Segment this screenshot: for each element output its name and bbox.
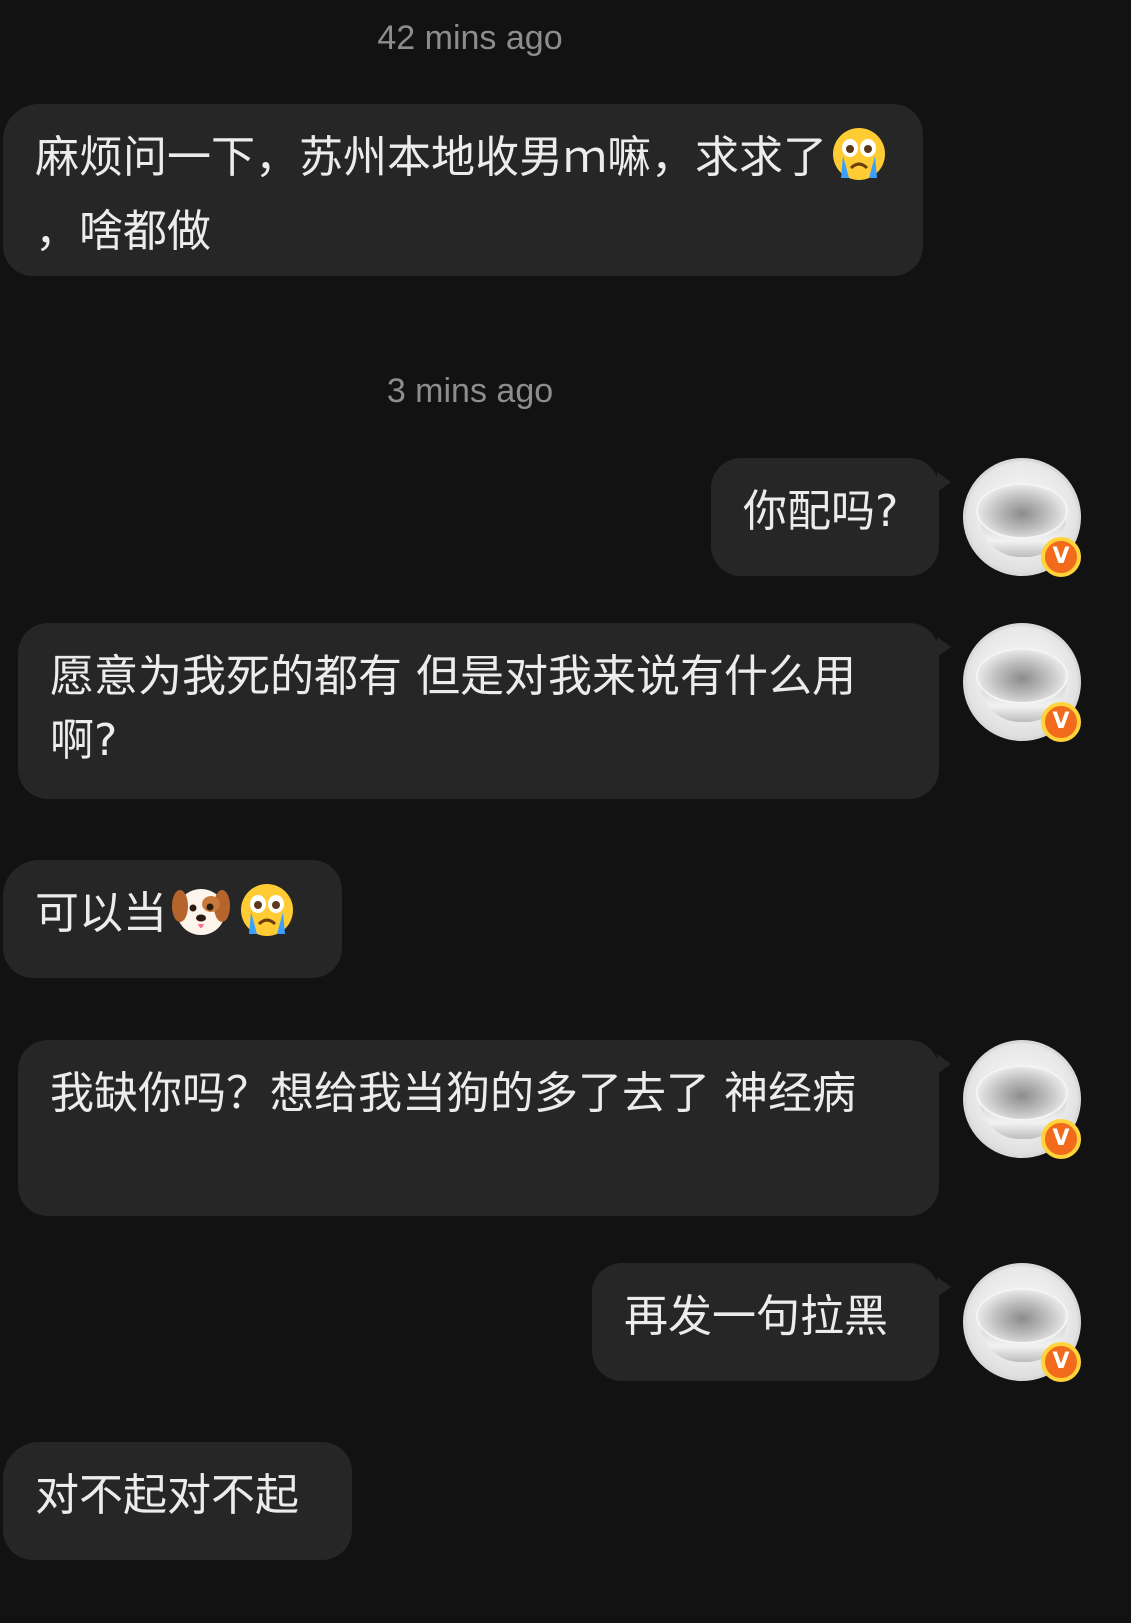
message-text: 可以当 [35, 888, 167, 939]
crying-face-icon [831, 126, 887, 200]
verified-badge-icon: V [1041, 702, 1081, 742]
message-bubble-outgoing[interactable]: 愿意为我死的都有 但是对我来说有什么用啊? [18, 623, 951, 799]
message-bubble-outgoing[interactable]: 我缺你吗？想给我当狗的多了去了 神经病 [18, 1040, 951, 1216]
message-text: 我缺你吗？想给我当狗的多了去了 神经病 [50, 1068, 856, 1119]
verified-badge-icon: V [1041, 1342, 1081, 1382]
message-text: 麻烦问一下，苏州本地收男ｍ嘛，求求了 [35, 132, 827, 183]
message-bubble-incoming[interactable]: 可以当 [3, 860, 342, 978]
message-bubble-outgoing[interactable]: 你配吗? [711, 458, 951, 576]
timestamp: 3 mins ago [386, 372, 554, 410]
bowl-rim-icon [976, 1288, 1068, 1344]
message-bubble-incoming[interactable]: 麻烦问一下，苏州本地收男ｍ嘛，求求了 ，啥都做 [3, 104, 923, 276]
dog-face-icon [171, 882, 231, 956]
message-bubble-incoming[interactable]: 对不起对不起 [3, 1442, 352, 1560]
bowl-rim-icon [976, 648, 1068, 704]
bowl-rim-icon [976, 1065, 1068, 1121]
verified-badge-icon: V [1041, 537, 1081, 577]
message-text: 再发一句拉黑 [624, 1291, 888, 1342]
message-text: 对不起对不起 [35, 1470, 299, 1521]
message-text: ，啥都做 [35, 206, 211, 257]
chat-screen: 42 mins ago 麻烦问一下，苏州本地收男ｍ嘛，求求了 ，啥都做 3 mi… [0, 0, 1131, 1623]
message-text: 愿意为我死的都有 但是对我来说有什么用啊? [50, 651, 856, 766]
message-text: 你配吗? [743, 486, 899, 537]
verified-badge-icon: V [1041, 1119, 1081, 1159]
crying-face-icon [239, 882, 295, 956]
message-bubble-outgoing[interactable]: 再发一句拉黑 [592, 1263, 951, 1381]
timestamp: 42 mins ago [377, 19, 563, 57]
bowl-rim-icon [976, 483, 1068, 539]
